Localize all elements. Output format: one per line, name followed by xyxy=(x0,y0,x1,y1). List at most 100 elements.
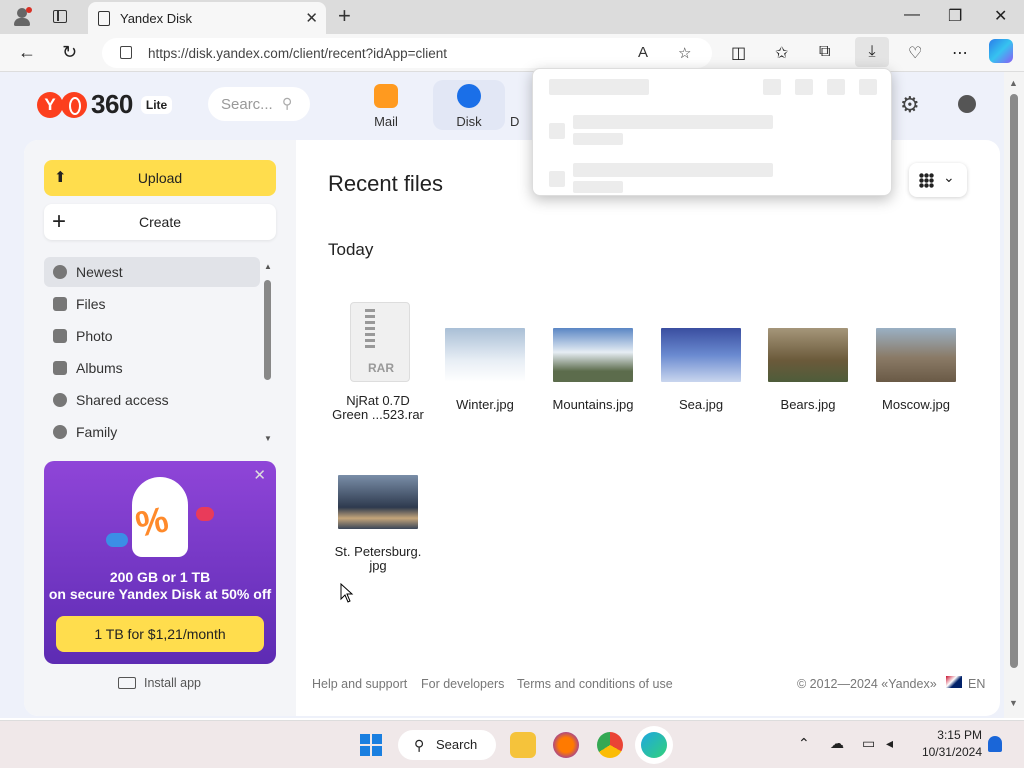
clock-date: 10/31/2024 xyxy=(921,745,982,759)
sidebar-item-files[interactable]: Files xyxy=(44,289,260,319)
service-disk[interactable]: Disk xyxy=(433,80,505,130)
new-tab-icon[interactable]: + xyxy=(338,5,351,27)
create-label: Create xyxy=(138,214,182,230)
sidebar-item-shared-access[interactable]: Shared access xyxy=(44,385,260,415)
mouse-cursor-icon xyxy=(340,583,354,603)
skeleton-icon xyxy=(549,123,565,139)
scroll-up-icon[interactable]: ▲ xyxy=(1009,78,1018,88)
lite-badge: Lite xyxy=(140,95,173,114)
windows-start-icon[interactable] xyxy=(360,734,382,756)
sidebar-item-photo[interactable]: Photo xyxy=(44,321,260,351)
close-tab-icon[interactable]: ✕ xyxy=(305,9,318,27)
skeleton-line xyxy=(573,115,773,129)
chevron-up-icon[interactable]: ⌃ xyxy=(798,735,810,752)
flag-icon[interactable] xyxy=(946,676,962,688)
scroll-up-icon[interactable]: ▲ xyxy=(264,262,272,271)
heart-icon xyxy=(53,425,67,439)
create-button[interactable]: + Create xyxy=(44,204,276,240)
notification-bell-icon[interactable] xyxy=(988,736,1002,752)
rar-file-icon[interactable]: RAR xyxy=(350,302,410,382)
sidebar-item-newest[interactable]: Newest xyxy=(44,257,260,287)
file-thumbnail xyxy=(553,328,633,382)
lock-icon[interactable] xyxy=(120,46,132,59)
avatar[interactable] xyxy=(958,95,976,113)
file-name: jpg xyxy=(369,558,387,573)
sidebar-scrollbar[interactable]: ▲ ▼ xyxy=(264,262,272,444)
file-item[interactable]: Moscow.jpg xyxy=(866,328,966,412)
footer-link-terms[interactable]: Terms and conditions of use xyxy=(517,677,673,691)
disk-icon xyxy=(457,84,481,108)
tab-title: Yandex Disk xyxy=(120,10,193,26)
edge-icon[interactable] xyxy=(641,732,667,758)
logo-text: 360 xyxy=(91,89,133,119)
firefox-icon[interactable] xyxy=(553,732,579,758)
settings-gear-icon[interactable]: ⚙ xyxy=(900,92,920,118)
language-switcher[interactable]: EN xyxy=(968,677,985,691)
volume-muted-icon[interactable]: ◂ xyxy=(886,735,893,752)
scrollbar-thumb[interactable] xyxy=(1010,94,1018,668)
taskbar: ⚲ Search ⌃ ☁ ▭ ◂ 3:15 PM 10/31/2024 xyxy=(0,720,1024,768)
cloud-offline-icon[interactable]: ☁ xyxy=(830,735,844,752)
more-menu-icon[interactable]: ⋯ xyxy=(952,43,968,63)
search-icon[interactable]: ⚲ xyxy=(282,95,292,112)
file-item[interactable]: Sea.jpg xyxy=(651,328,751,412)
search-input[interactable]: Searc... ⚲ xyxy=(208,87,310,121)
browser-essentials-icon[interactable]: ♡ xyxy=(908,43,922,63)
close-icon[interactable]: ✕ xyxy=(253,466,266,484)
logo-o xyxy=(61,91,87,118)
plus-icon: + xyxy=(52,208,67,235)
promo-cta-button[interactable]: 1 TB for $1,21/month xyxy=(56,616,264,652)
refresh-icon[interactable]: ↻ xyxy=(62,42,77,63)
chrome-icon[interactable] xyxy=(597,732,623,758)
sidebar-item-family[interactable]: Family xyxy=(44,417,260,447)
file-item[interactable]: Winter.jpg xyxy=(435,328,535,412)
close-window-icon[interactable]: ✕ xyxy=(994,6,1007,26)
footer-link-developers[interactable]: For developers xyxy=(421,677,504,691)
page-scrollbar[interactable]: ▲ ▼ xyxy=(1004,72,1024,718)
back-icon[interactable]: ← xyxy=(18,42,36,63)
sidebar-item-label: Family xyxy=(76,424,118,440)
scrollbar-thumb[interactable] xyxy=(264,280,271,380)
browser-tab[interactable]: Yandex Disk ✕ xyxy=(88,2,326,34)
profile-icon[interactable] xyxy=(12,7,32,27)
file-item[interactable]: St. Petersburg. jpg xyxy=(328,475,428,573)
install-app-link[interactable]: Install app xyxy=(118,676,201,690)
restore-icon[interactable]: ❐ xyxy=(948,6,962,26)
footer-link-help[interactable]: Help and support xyxy=(312,677,407,691)
split-screen-icon[interactable]: ◫ xyxy=(731,43,746,63)
page-icon xyxy=(98,10,110,26)
downloads-popup xyxy=(532,68,892,196)
grid-icon xyxy=(919,173,934,188)
address-bar[interactable]: https://disk.yandex.com/client/recent?id… xyxy=(102,38,712,68)
service-docs[interactable]: D xyxy=(510,80,534,130)
network-icon[interactable]: ▭ xyxy=(862,735,875,752)
file-item[interactable]: Bears.jpg xyxy=(758,328,858,412)
file-name: Mountains.jpg xyxy=(552,397,634,412)
file-item[interactable]: NjRat 0.7D Green ...523.rar xyxy=(328,394,428,422)
taskbar-search[interactable]: ⚲ Search xyxy=(398,730,496,760)
collections-icon[interactable]: ⧉ xyxy=(819,43,830,61)
yandex-360-logo[interactable]: Y 360 Lite xyxy=(37,89,173,120)
url-text[interactable]: https://disk.yandex.com/client/recent?id… xyxy=(148,46,447,61)
section-heading: Today xyxy=(328,240,374,259)
favorite-star-icon[interactable]: ☆ xyxy=(678,44,691,62)
scroll-down-icon[interactable]: ▼ xyxy=(264,434,272,443)
file-explorer-icon[interactable] xyxy=(510,732,536,758)
promo-banner[interactable]: ✕ % 200 GB or 1 TB on secure Yandex Disk… xyxy=(44,461,276,664)
service-label: Mail xyxy=(374,114,398,129)
sidebar-item-label: Newest xyxy=(76,264,123,280)
copilot-icon[interactable] xyxy=(989,39,1013,63)
scroll-down-icon[interactable]: ▼ xyxy=(1009,698,1018,708)
service-mail[interactable]: Mail xyxy=(354,80,418,130)
tab-actions-icon[interactable] xyxy=(53,10,67,23)
sidebar-item-albums[interactable]: Albums xyxy=(44,353,260,383)
minimize-icon[interactable]: — xyxy=(904,6,920,24)
read-aloud-icon[interactable]: A xyxy=(638,44,648,61)
favorites-icon[interactable]: ✩ xyxy=(775,43,788,63)
file-item[interactable]: Mountains.jpg xyxy=(543,328,643,412)
downloads-icon[interactable]: ⤓ xyxy=(855,37,889,67)
view-mode-button[interactable]: ⌄ xyxy=(909,163,967,197)
file-thumbnail xyxy=(445,328,525,382)
system-clock[interactable]: 3:15 PM 10/31/2024 xyxy=(912,727,982,761)
upload-button[interactable]: ⬆ Upload xyxy=(44,160,276,196)
